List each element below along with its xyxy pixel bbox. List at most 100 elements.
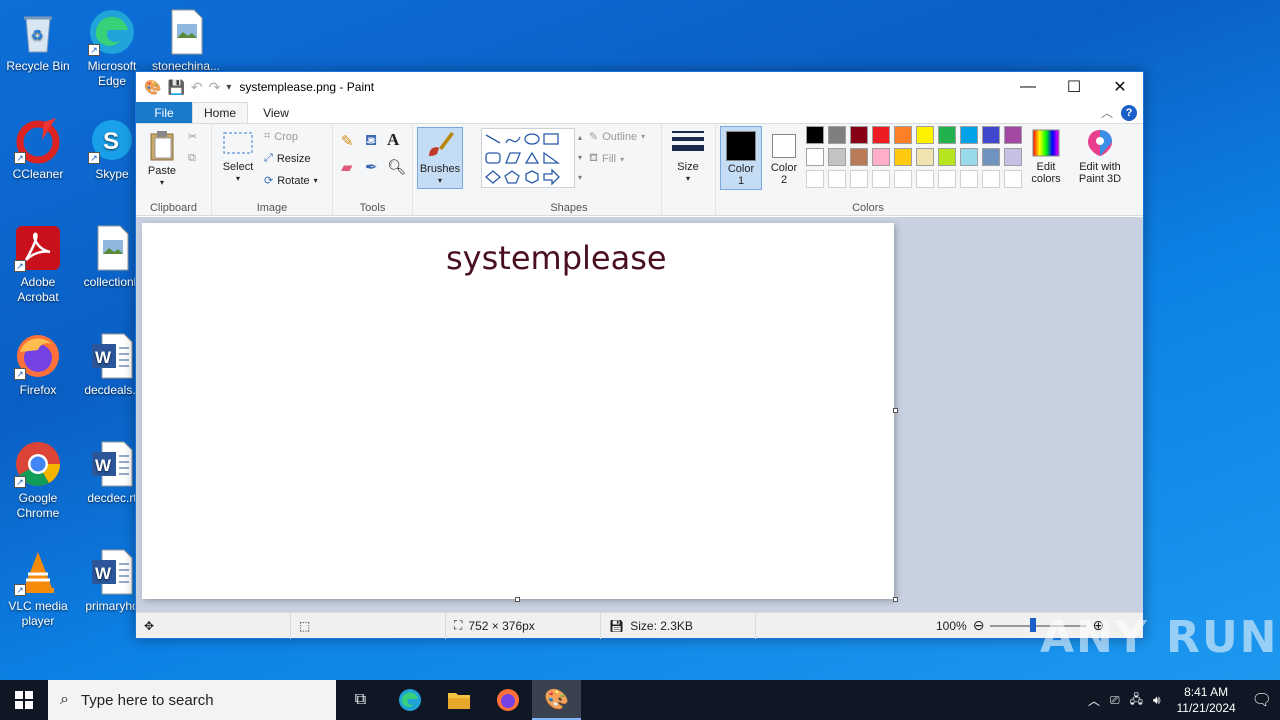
palette-swatch[interactable] [982, 148, 1000, 166]
chevron-up-icon[interactable]: ︿ [1088, 692, 1100, 709]
paint3d-label-1: Edit with [1079, 161, 1121, 173]
drawing-canvas[interactable]: systemplease [142, 223, 894, 599]
device-icon[interactable]: ⎚ [1110, 693, 1120, 708]
palette-swatch[interactable] [828, 126, 846, 144]
palette-swatch[interactable] [916, 170, 934, 188]
size-button[interactable]: Size ▾ [670, 128, 706, 185]
palette-swatch[interactable] [894, 148, 912, 166]
tab-file[interactable]: File [136, 102, 192, 123]
taskbar-edge[interactable] [385, 680, 434, 720]
pencil-tool[interactable]: ✎ [341, 132, 354, 150]
desktop-icon-recycle-bin[interactable]: ♻ Recycle Bin [0, 8, 76, 74]
zoom-out-icon[interactable]: ⊖ [973, 617, 985, 634]
edit-colors-button[interactable]: Edit colors [1026, 128, 1066, 185]
clipboard-group: Paste ▾ ✂ ⧉ Clipboard [136, 124, 212, 216]
select-label: Select [222, 161, 254, 173]
palette-swatch[interactable] [806, 170, 824, 188]
rotate-button[interactable]: ⟳ Rotate ▾ [264, 174, 318, 188]
resize-handle-bottom[interactable] [515, 597, 520, 602]
palette-swatch[interactable] [1004, 170, 1022, 188]
cut-button[interactable]: ✂ [188, 130, 197, 143]
text-tool[interactable]: A [387, 130, 399, 150]
palette-swatch[interactable] [916, 126, 934, 144]
fill-button[interactable]: ⛾ Fill ▾ [589, 152, 624, 166]
desktop-icon-acrobat[interactable]: ↗ Adobe Acrobat [0, 224, 76, 305]
zoom-slider-thumb[interactable] [1030, 617, 1037, 632]
maximize-button[interactable]: ☐ [1051, 72, 1097, 102]
canvas-text: systemplease [446, 239, 667, 277]
palette-swatch[interactable] [850, 170, 868, 188]
palette-swatch[interactable] [850, 148, 868, 166]
magnifier-tool[interactable]: 🔍︎ [387, 158, 406, 176]
taskbar-search[interactable]: ⌕ Type here to search [48, 680, 336, 720]
color1-button[interactable]: Color 1 [720, 126, 762, 190]
color-picker-tool[interactable]: ✒ [365, 158, 378, 176]
palette-swatch[interactable] [894, 170, 912, 188]
move-cursor-icon: ✥ [144, 618, 155, 633]
desktop-icon-vlc[interactable]: ↗ VLC media player [0, 548, 76, 629]
palette-swatch[interactable] [872, 170, 890, 188]
palette-swatch[interactable] [960, 170, 978, 188]
color-spectrum-icon [1032, 129, 1060, 157]
tab-home[interactable]: Home [192, 102, 248, 123]
shapes-gallery[interactable] [481, 128, 575, 188]
paste-button[interactable]: Paste ▾ [142, 130, 182, 189]
minimize-button[interactable]: — [1005, 72, 1051, 102]
tab-view[interactable]: View [248, 102, 304, 123]
palette-swatch[interactable] [916, 148, 934, 166]
customize-qat-icon[interactable]: ▾ [226, 82, 231, 93]
palette-swatch[interactable] [938, 148, 956, 166]
desktop-icon-stonechina[interactable]: stonechina... [148, 8, 224, 74]
palette-swatch[interactable] [806, 148, 824, 166]
crop-button[interactable]: ⌗ Crop [264, 130, 298, 143]
palette-swatch[interactable] [982, 126, 1000, 144]
save-icon[interactable]: 💾 [167, 79, 184, 96]
outline-button[interactable]: ✎ Outline ▾ [589, 130, 645, 144]
brushes-button[interactable]: Brushes ▾ [417, 127, 463, 189]
select-button[interactable]: Select ▾ [218, 130, 258, 185]
palette-swatch[interactable] [806, 126, 824, 144]
notifications-icon[interactable]: 🗨︎ [1252, 690, 1272, 710]
resize-button[interactable]: ⤢ Resize [264, 152, 310, 165]
palette-swatch[interactable] [894, 126, 912, 144]
fill-tool[interactable]: ⛾ [365, 132, 377, 151]
copy-button[interactable]: ⧉ [188, 152, 196, 165]
desktop-icon-chrome[interactable]: ↗ Google Chrome [0, 440, 76, 521]
palette-swatch[interactable] [938, 170, 956, 188]
taskbar-file-explorer[interactable] [434, 680, 483, 720]
volume-icon[interactable]: 🔊︎ [1153, 693, 1161, 708]
shapes-scroll[interactable]: ▴ ▾ ▾ [575, 128, 585, 188]
network-icon[interactable]: 🖧︎ [1130, 690, 1143, 711]
icon-label: VLC media player [8, 599, 68, 628]
palette-swatch[interactable] [982, 170, 1000, 188]
palette-swatch[interactable] [828, 148, 846, 166]
tools-group-label: Tools [359, 202, 386, 214]
help-icon[interactable]: ? [1121, 104, 1137, 121]
task-view-button[interactable]: ⧉ [336, 680, 385, 720]
palette-swatch[interactable] [1004, 148, 1022, 166]
palette-swatch[interactable] [960, 148, 978, 166]
brush-icon [429, 132, 454, 156]
desktop-icon-firefox[interactable]: ↗ Firefox [0, 332, 76, 398]
collapse-ribbon-icon[interactable]: ︿ [1101, 104, 1113, 121]
edit-paint3d-button[interactable]: Edit with Paint 3D [1072, 128, 1128, 185]
palette-swatch[interactable] [960, 126, 978, 144]
close-button[interactable]: ✕ [1097, 72, 1143, 102]
palette-swatch[interactable] [850, 126, 868, 144]
start-button[interactable] [0, 680, 48, 720]
palette-swatch[interactable] [1004, 126, 1022, 144]
undo-icon[interactable]: ↶ [191, 79, 203, 96]
resize-handle-corner[interactable] [893, 597, 898, 602]
taskbar-paint[interactable]: 🎨 [532, 680, 581, 720]
palette-swatch[interactable] [938, 126, 956, 144]
color2-button[interactable]: Color 2 [764, 126, 804, 190]
redo-icon[interactable]: ↷ [209, 79, 221, 96]
taskbar-firefox[interactable] [483, 680, 532, 720]
clock[interactable]: 8:41 AM 11/21/2024 [1177, 684, 1236, 716]
palette-swatch[interactable] [872, 126, 890, 144]
palette-swatch[interactable] [872, 148, 890, 166]
desktop-icon-ccleaner[interactable]: ↗ CCleaner [0, 116, 76, 182]
resize-handle-right[interactable] [893, 408, 898, 413]
eraser-tool[interactable]: ▰ [341, 158, 353, 176]
palette-swatch[interactable] [828, 170, 846, 188]
